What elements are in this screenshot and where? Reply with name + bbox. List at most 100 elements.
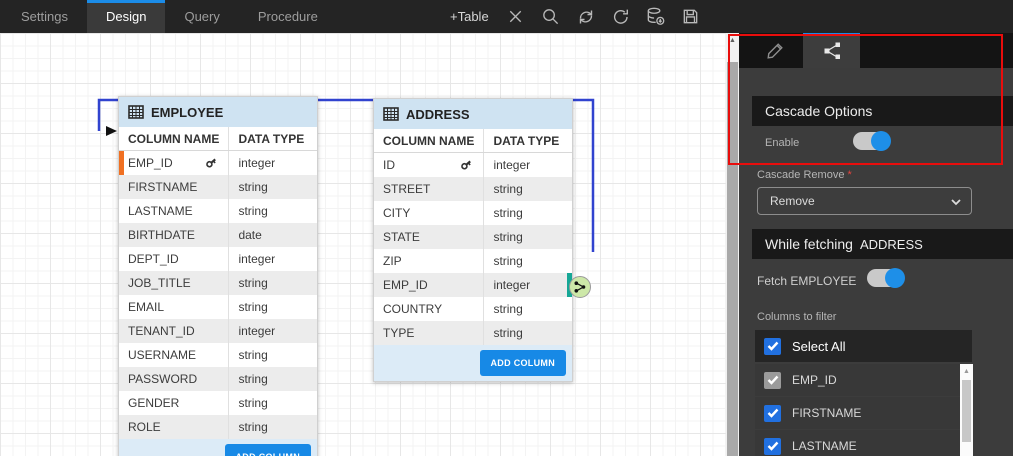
table-row[interactable]: TYPEstring [374,321,572,345]
table-row[interactable]: STREETstring [374,177,572,201]
tab-design[interactable]: Design [87,0,165,33]
table-row[interactable]: COUNTRYstring [374,297,572,321]
select-all-row[interactable]: Select All [755,330,972,362]
toolbar: Settings Design Query Procedure +Table [0,0,1013,33]
table-row[interactable]: EMP_IDinteger [119,151,317,175]
sync-icon[interactable] [575,6,597,28]
column-name-cell: CITY [374,201,483,225]
db-export-icon[interactable] [645,6,667,28]
column-name-cell: STATE [374,225,483,249]
data-type-cell: integer [228,151,317,175]
data-type-cell: string [483,297,572,321]
tab-relation[interactable] [803,33,860,68]
panel-scrollbar[interactable]: ▲ [726,33,739,456]
add-column-button[interactable]: ADD COLUMN [225,444,312,456]
filter-column-row[interactable]: LASTNAME [755,430,972,456]
table-row[interactable]: DEPT_IDinteger [119,247,317,271]
table-row[interactable]: JOB_TITLEstring [119,271,317,295]
fk-marker [119,151,124,175]
add-column-button[interactable]: ADD COLUMN [480,350,567,376]
er-table-footer: ADD COLUMN [119,439,317,456]
table-row[interactable]: EMAILstring [119,295,317,319]
filter-column-row[interactable]: FIRSTNAME [755,397,972,429]
column-name-cell: ZIP [374,249,483,273]
tab-edit-pencil[interactable] [746,33,803,68]
toolbar-tabs: Settings Design Query Procedure [2,0,337,33]
table-row[interactable]: IDinteger [374,153,572,177]
table-row[interactable]: FIRSTNAMEstring [119,175,317,199]
filter-column-row[interactable]: EMP_ID [755,364,972,396]
relation-endpoint-connector[interactable] [569,276,591,298]
redo-icon[interactable] [610,6,632,28]
column-name-cell: TENANT_ID [119,319,228,343]
filter-list-scrollbar[interactable]: ▲ [960,364,973,456]
scroll-up-arrow-icon[interactable]: ▲ [726,33,739,47]
data-type-cell: string [228,367,317,391]
er-table-employee[interactable]: EMPLOYEECOLUMN NAMEDATA TYPEEMP_IDintege… [118,96,318,456]
cascade-options-header: Cascade Options [752,96,1013,126]
column-name-cell: STREET [374,177,483,201]
checkbox-disabled-checked-icon [764,372,781,389]
fetching-table-name: ADDRESS [860,237,923,252]
checkbox-checked-icon[interactable] [764,405,781,422]
search-icon[interactable] [540,6,562,28]
scrollbar-thumb[interactable] [727,62,738,456]
table-row[interactable]: LASTNAMEstring [119,199,317,223]
column-name-cell: TYPE [374,321,483,345]
table-row[interactable]: CITYstring [374,201,572,225]
table-row[interactable]: STATEstring [374,225,572,249]
data-type-cell: string [483,177,572,201]
column-name-cell: ROLE [119,415,228,439]
columns-filter-list: Select AllEMP_IDFIRSTNAMELASTNAME [755,330,972,456]
column-name-cell: LASTNAME [119,199,228,223]
toggle-knob [885,268,905,288]
checkbox-checked-icon[interactable] [764,338,781,355]
tab-settings[interactable]: Settings [2,0,87,33]
column-name-cell: BIRTHDATE [119,223,228,247]
design-canvas[interactable]: EMPLOYEECOLUMN NAMEDATA TYPEEMP_IDintege… [0,33,726,456]
column-name-header: COLUMN NAME [119,127,228,150]
primary-key-icon [458,155,476,173]
column-name-cell: COUNTRY [374,297,483,321]
column-name-cell: USERNAME [119,343,228,367]
table-row[interactable]: GENDERstring [119,391,317,415]
table-row[interactable]: BIRTHDATEdate [119,223,317,247]
table-row[interactable]: PASSWORDstring [119,367,317,391]
table-row[interactable]: USERNAMEstring [119,343,317,367]
table-grid-icon [128,105,144,119]
er-table-footer: ADD COLUMN [374,345,572,381]
add-table-button[interactable]: +Table [450,9,489,24]
table-row[interactable]: TENANT_IDinteger [119,319,317,343]
er-table-address[interactable]: ADDRESSCOLUMN NAMEDATA TYPEIDintegerSTRE… [373,98,573,382]
er-table-title[interactable]: ADDRESS [374,99,572,129]
columns-to-filter-label: Columns to filter [757,311,836,323]
tab-procedure[interactable]: Procedure [239,0,337,33]
checkbox-checked-icon[interactable] [764,438,781,455]
fetch-employee-toggle[interactable] [867,269,903,287]
data-type-header: DATA TYPE [228,127,317,150]
table-row[interactable]: ROLEstring [119,415,317,439]
data-type-cell: string [228,199,317,223]
column-name-cell: GENDER [119,391,228,415]
relation-icon [822,41,842,61]
save-icon[interactable] [680,6,702,28]
enable-toggle[interactable] [853,132,889,150]
scrollbar-thumb[interactable] [962,380,971,442]
table-row[interactable]: EMP_IDinteger [374,273,572,297]
column-name-cell: PASSWORD [119,367,228,391]
data-type-cell: string [228,271,317,295]
relation-line [0,33,726,456]
er-table-title[interactable]: EMPLOYEE [119,97,317,127]
tab-query[interactable]: Query [165,0,238,33]
close-icon[interactable] [505,6,527,28]
data-type-cell: string [483,225,572,249]
chevron-down-icon [950,197,962,207]
column-name-cell: EMP_ID [374,273,483,297]
data-type-cell: integer [228,247,317,271]
er-column-headers: COLUMN NAMEDATA TYPE [119,127,317,151]
cascade-remove-value: Remove [770,194,815,208]
cascade-remove-select[interactable]: Remove [757,187,972,215]
table-row[interactable]: ZIPstring [374,249,572,273]
scroll-up-arrow-icon[interactable]: ▲ [960,364,973,378]
data-type-cell: string [483,321,572,345]
